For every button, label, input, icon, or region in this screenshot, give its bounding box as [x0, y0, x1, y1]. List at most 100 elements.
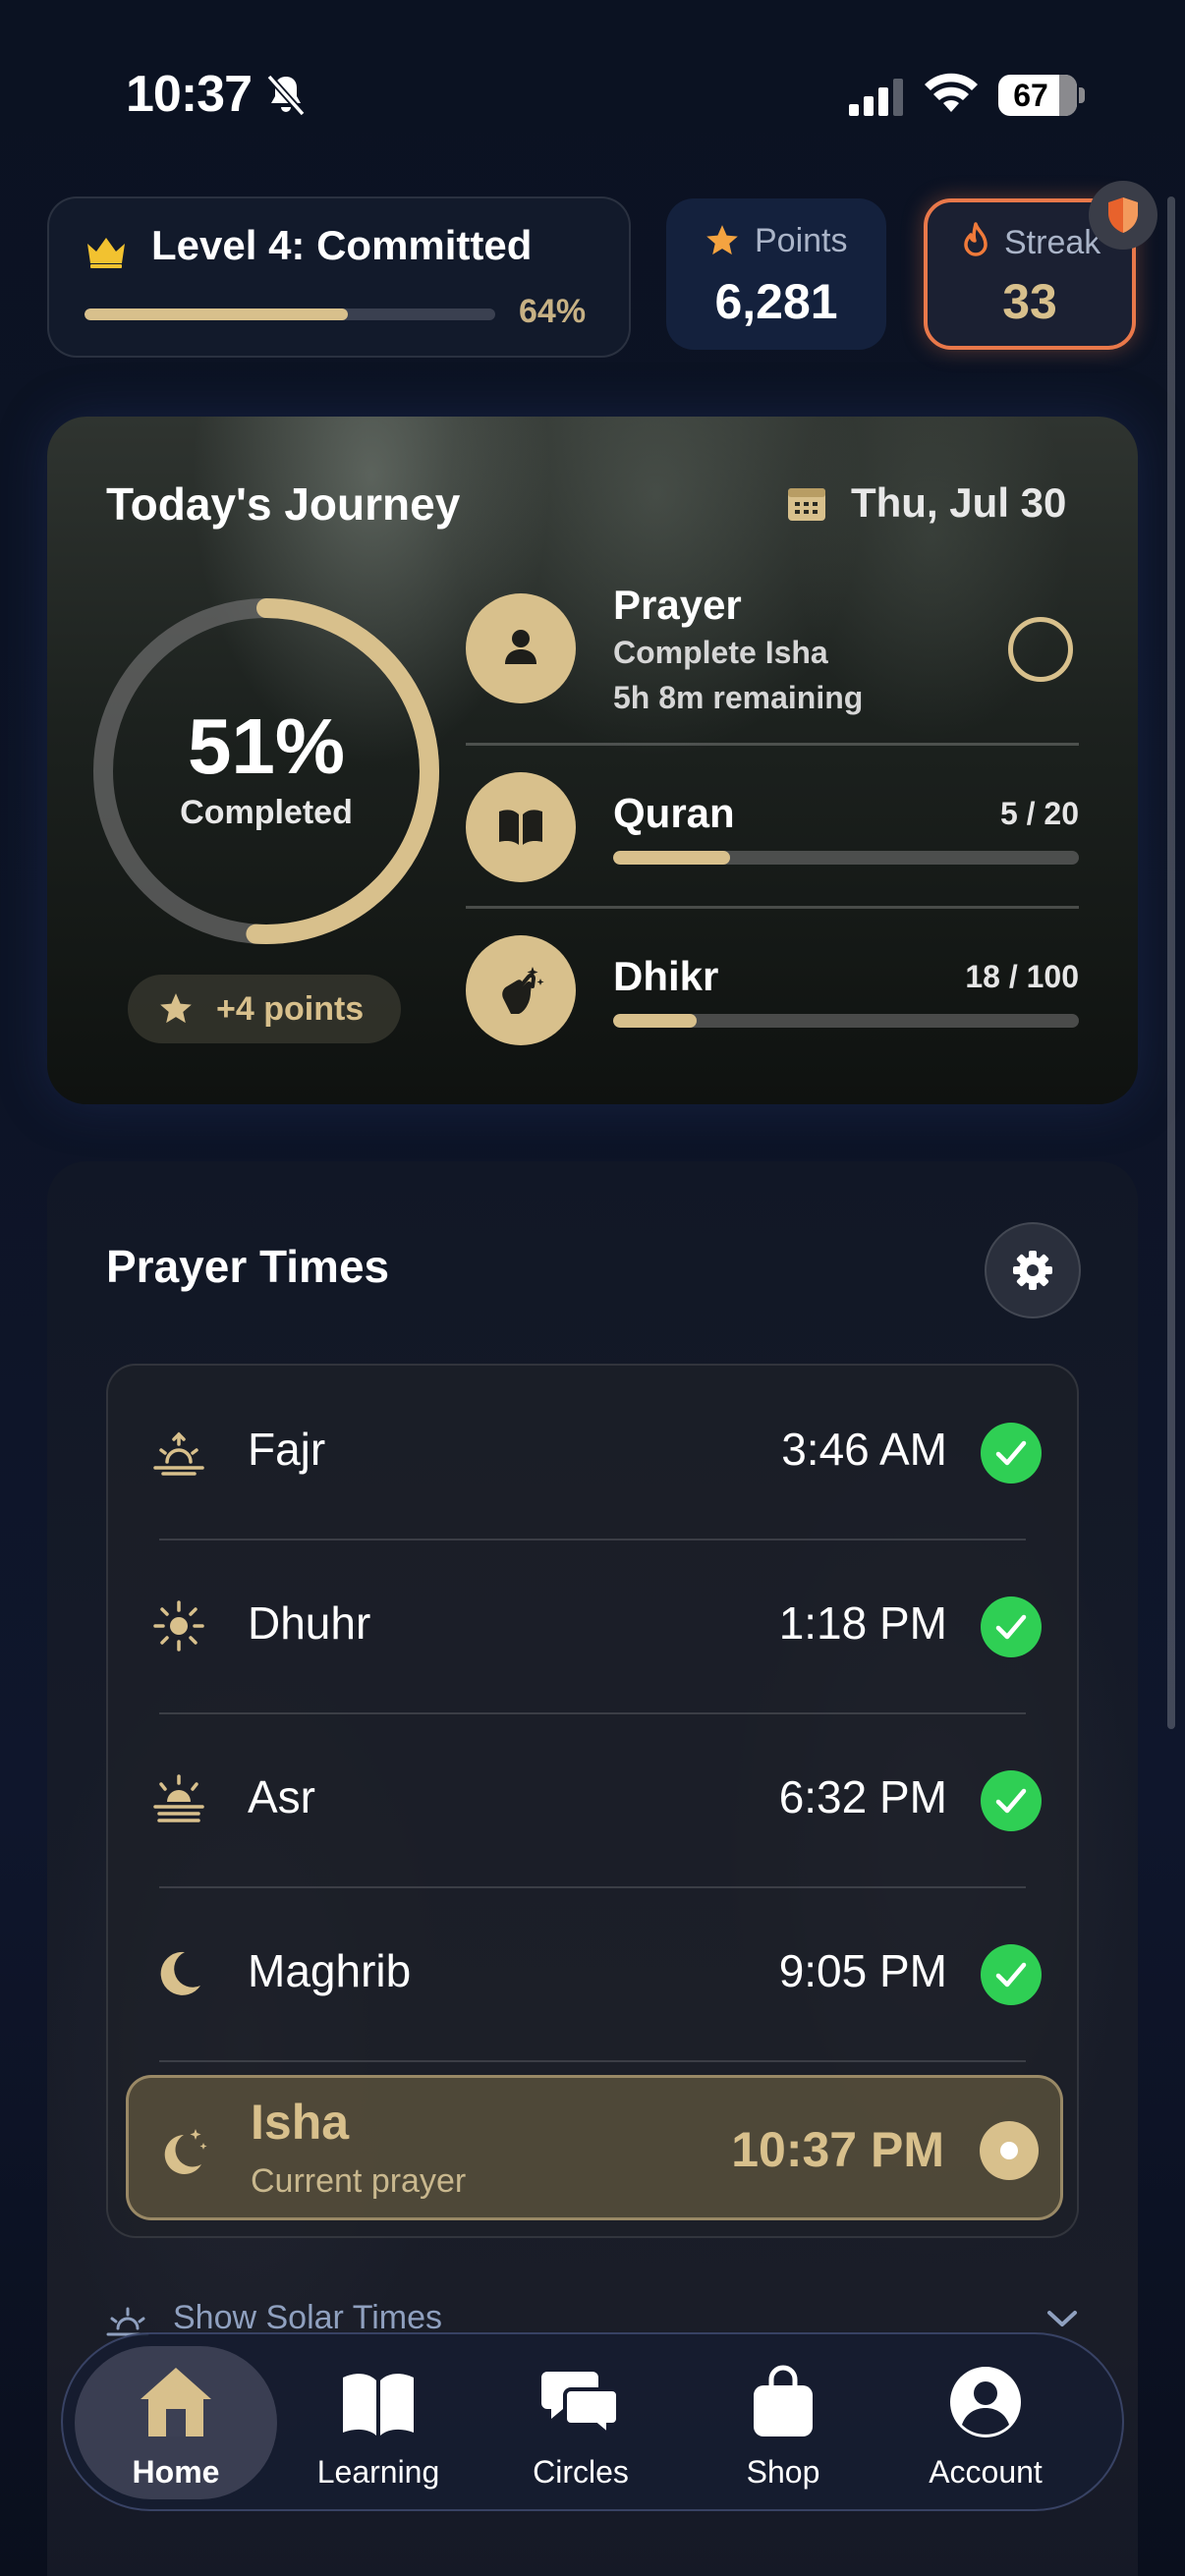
shopping-bag-icon [754, 2365, 813, 2436]
prayer-done-check[interactable] [981, 1770, 1042, 1831]
tab-home[interactable]: Home [75, 2346, 277, 2499]
status-bar: 10:37 67 [0, 0, 1185, 196]
prayer-task-title: Prayer [613, 582, 742, 628]
points-label: Points [755, 222, 848, 259]
prayer-name: Maghrib [248, 1945, 412, 1996]
level-progress-bar [85, 308, 495, 320]
row-divider [159, 2060, 1026, 2062]
checkmark-icon [995, 1962, 1027, 1988]
prayer-name: Fajr [248, 1424, 326, 1475]
completion-label: Completed [180, 794, 353, 831]
quran-progress-bar [613, 851, 1079, 865]
chat-bubbles-icon [541, 2372, 620, 2439]
streak-label: Streak [1004, 224, 1101, 261]
level-title: Level 4: Committed [151, 222, 533, 268]
book-open-icon [499, 810, 542, 845]
points-earned-text: +4 points [216, 990, 365, 1028]
tab-label: Home [132, 2454, 220, 2490]
prayer-time: 10:37 PM [731, 2122, 944, 2177]
dhikr-task-title: Dhikr [613, 953, 719, 999]
journey-title: Today's Journey [106, 478, 461, 530]
prayer-task-checkbox[interactable] [1008, 617, 1073, 682]
quran-progress-fill [613, 851, 730, 865]
dhikr-task-icon [466, 935, 576, 1045]
sun-icon [153, 1600, 204, 1652]
tab-label: Shop [746, 2454, 820, 2490]
prayer-row-dhuhr[interactable]: Dhuhr 1:18 PM [108, 1540, 1081, 1712]
person-icon [505, 630, 536, 664]
moon-icon [160, 1951, 200, 1995]
todays-journey-card: Today's Journey Thu, Jul 30 51% Complete… [47, 417, 1138, 1104]
book-icon [343, 2374, 414, 2436]
prayer-done-check[interactable] [981, 1423, 1042, 1484]
points-value: 6,281 [714, 274, 838, 329]
star-icon [160, 993, 192, 1024]
prayer-time: 6:32 PM [778, 1771, 947, 1822]
user-circle-icon [950, 2367, 1021, 2437]
calendar-icon [788, 488, 825, 521]
prayer-done-check[interactable] [981, 1596, 1042, 1657]
points-card[interactable]: Points 6,281 [666, 198, 886, 350]
checkmark-icon [995, 1440, 1027, 1466]
checkmark-icon [995, 1614, 1027, 1640]
battery-level: 67 [1013, 78, 1048, 113]
moon-stars-icon [164, 2129, 207, 2174]
streak-shield-badge[interactable] [1089, 181, 1157, 250]
checkmark-icon [995, 1788, 1027, 1814]
cell-signal-icon [849, 79, 903, 116]
prayer-times-title: Prayer Times [106, 1241, 390, 1292]
points-earned-badge: +4 points [128, 975, 401, 1043]
praying-hands-icon [502, 967, 544, 1014]
tab-label: Learning [316, 2454, 440, 2490]
journey-date: Thu, Jul 30 [851, 479, 1067, 526]
prayer-time: 1:18 PM [778, 1597, 947, 1649]
prayer-row-fajr[interactable]: Fajr 3:46 AM [108, 1366, 1081, 1539]
prayer-name: Dhuhr [248, 1597, 371, 1649]
tab-account[interactable]: Account [884, 2346, 1087, 2499]
sunrise-icon [153, 1431, 204, 1476]
chevron-down-icon [1047, 2311, 1077, 2326]
prayer-row-isha-current[interactable]: Isha Current prayer 10:37 PM [126, 2075, 1063, 2220]
home-icon [141, 2368, 211, 2436]
prayer-name: Isha [251, 2095, 350, 2150]
dhikr-progress-bar [613, 1014, 1079, 1028]
prayer-times-list: Fajr 3:46 AM Dhuhr 1:18 PM Asr 6:32 PM M… [106, 1364, 1079, 2238]
current-prayer-label: Current prayer [251, 2162, 467, 2200]
prayer-row-asr[interactable]: Asr 6:32 PM [108, 1713, 1081, 1886]
home-screen: 10:37 67 Level 4: Committed 64% Points 6… [0, 0, 1185, 2576]
scroll-indicator[interactable] [1167, 196, 1175, 1729]
flame-icon [964, 222, 988, 256]
bottom-tab-bar: Home Learning Circles Shop Account [61, 2332, 1124, 2511]
quran-task-count: 5 / 20 [999, 796, 1079, 831]
tab-shop[interactable]: Shop [682, 2346, 884, 2499]
tab-circles[interactable]: Circles [480, 2346, 682, 2499]
crown-icon [87, 238, 125, 268]
shield-icon [1108, 197, 1138, 233]
prayer-time: 3:46 AM [781, 1424, 947, 1475]
quran-task-title: Quran [613, 790, 735, 836]
prayer-done-check[interactable] [981, 1944, 1042, 2005]
status-time: 10:37 [126, 66, 253, 123]
completion-percent: 51% [187, 702, 346, 790]
prayer-task-subtitle: Complete Isha [613, 635, 828, 670]
wifi-icon [925, 73, 978, 112]
bell-muted-icon [266, 74, 306, 117]
level-card[interactable]: Level 4: Committed 64% [47, 196, 631, 358]
prayer-time: 9:05 PM [778, 1945, 947, 1996]
current-prayer-indicator[interactable] [980, 2121, 1039, 2180]
task-divider [466, 906, 1079, 909]
level-progress-fill [85, 308, 348, 320]
star-icon [706, 225, 738, 255]
level-percent: 64% [519, 293, 587, 330]
quran-task-icon [466, 772, 576, 882]
sun-haze-icon [153, 1774, 204, 1822]
tab-label: Circles [533, 2454, 629, 2490]
task-divider [466, 743, 1079, 746]
tab-learning[interactable]: Learning [277, 2346, 480, 2499]
prayer-name: Asr [248, 1771, 315, 1822]
prayer-task-remaining: 5h 8m remaining [613, 680, 864, 715]
prayer-row-maghrib[interactable]: Maghrib 9:05 PM [108, 1887, 1081, 2060]
prayer-settings-button[interactable] [985, 1222, 1081, 1318]
tab-label: Account [929, 2454, 1043, 2490]
dhikr-progress-fill [613, 1014, 698, 1028]
